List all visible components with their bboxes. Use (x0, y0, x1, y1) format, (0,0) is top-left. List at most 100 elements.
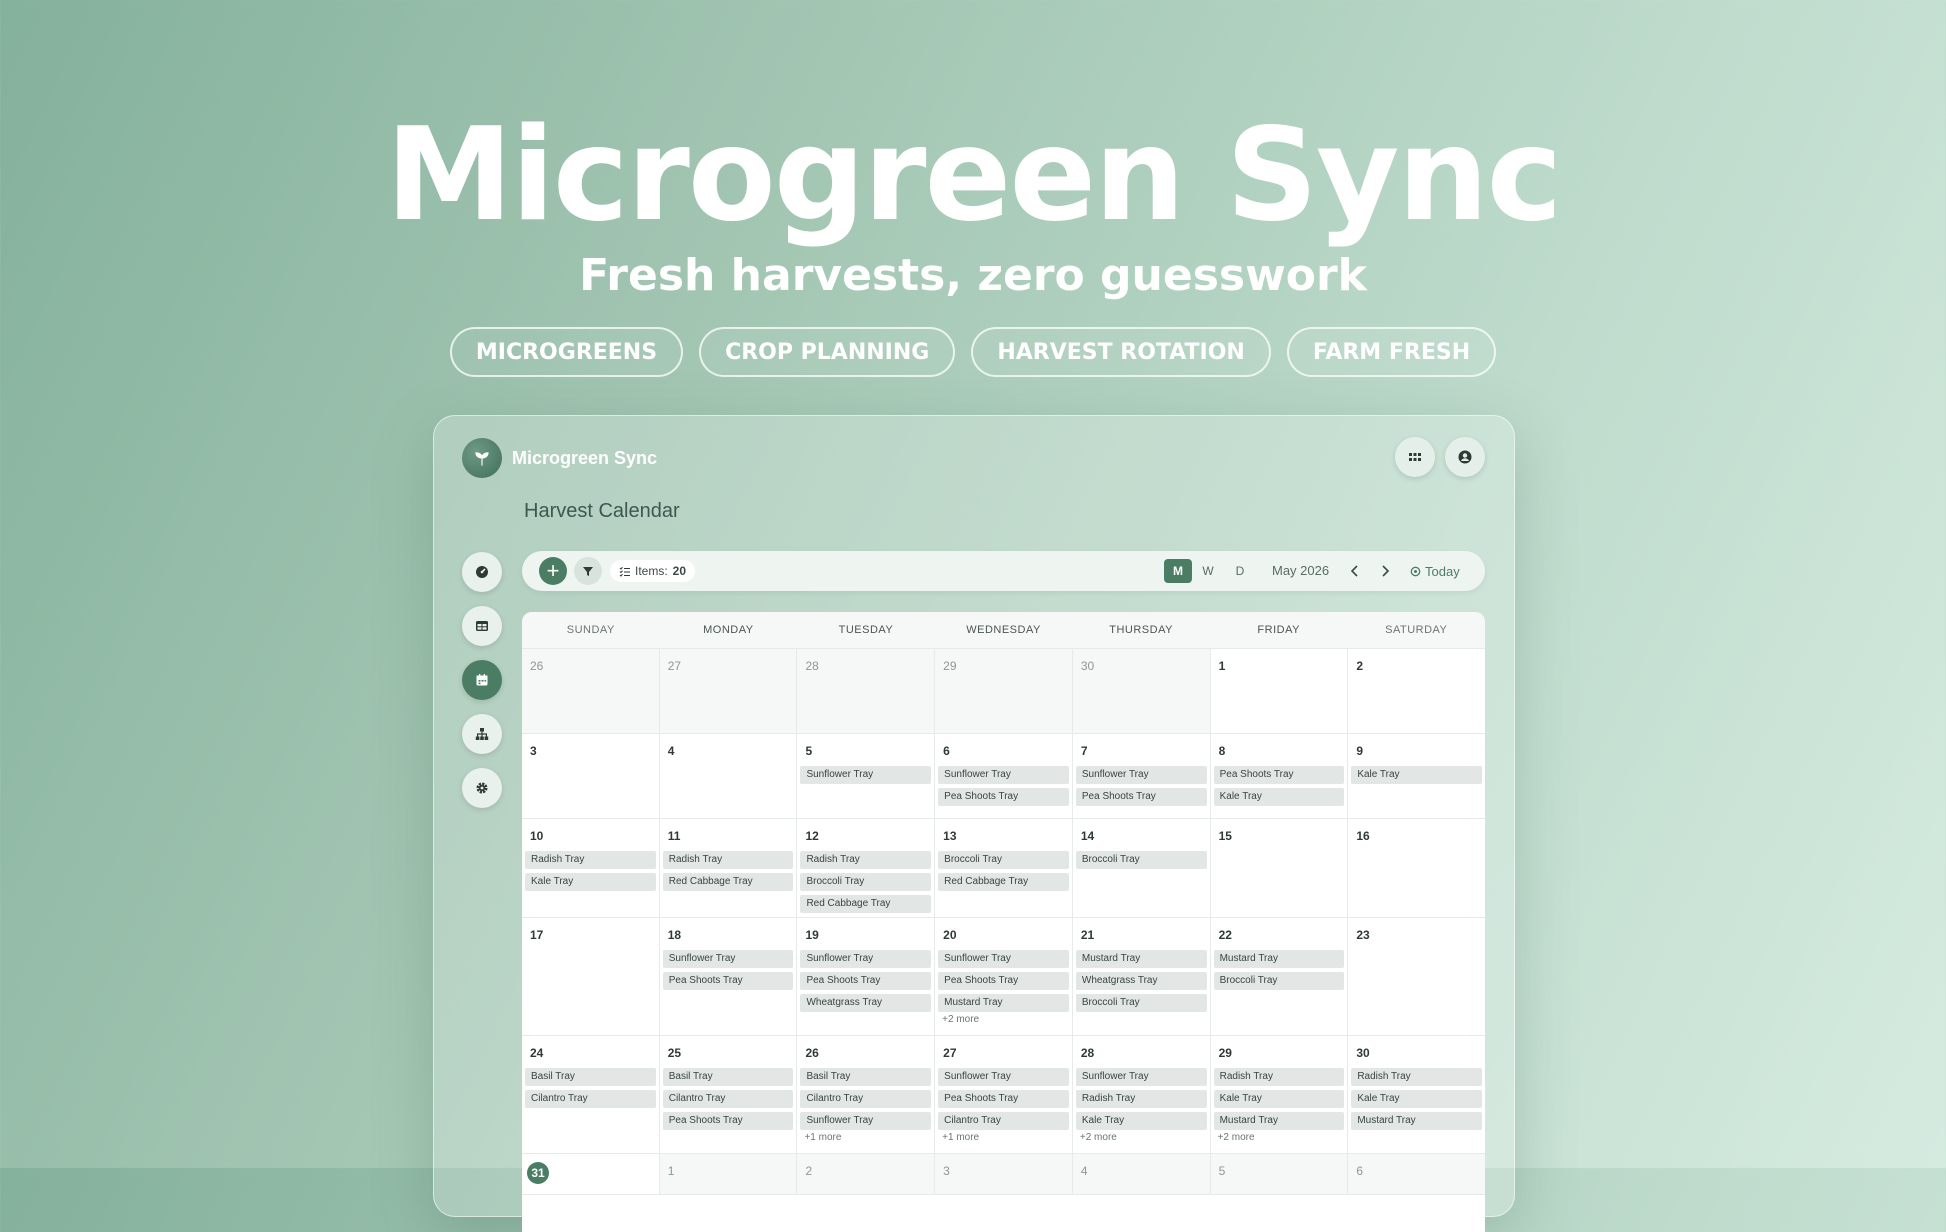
calendar-event[interactable]: Broccoli Tray (800, 873, 932, 891)
calendar-event[interactable]: Cilantro Tray (938, 1112, 1069, 1130)
calendar-day-cell[interactable]: 6 Sunflower Tray Pea Shoots Tray (935, 734, 1073, 818)
calendar-event[interactable]: Pea Shoots Tray (662, 1112, 794, 1130)
more-events-link[interactable]: +2 more (1218, 1132, 1348, 1143)
calendar-day-cell[interactable]: 11 Radish Tray Red Cabbage Tray (660, 819, 798, 917)
calendar-event[interactable]: Mustard Tray (1351, 1112, 1483, 1130)
calendar-day-cell[interactable]: 9 Kale Tray (1348, 734, 1485, 818)
calendar-day-cell[interactable]: 29 Radish Tray Kale Tray Mustard Tray +2 mor… (1211, 1036, 1349, 1153)
calendar-event[interactable]: Broccoli Tray (1075, 994, 1207, 1012)
calendar-day-cell[interactable]: 13 Broccoli Tray Red Cabbage Tray (935, 819, 1073, 917)
calendar-event[interactable]: Sunflower Tray (800, 1112, 932, 1130)
calendar-event[interactable]: Pea Shoots Tray (800, 972, 932, 990)
calendar-day-cell[interactable]: 27 (659, 649, 798, 733)
calendar-day-cell[interactable]: 17 (522, 918, 660, 1035)
calendar-event[interactable]: Sunflower Tray (938, 766, 1069, 784)
calendar-day-cell[interactable]: 2 (1348, 649, 1485, 733)
sprout-logo-icon[interactable] (462, 438, 502, 478)
calendar-day-cell[interactable]: 2 (797, 1154, 936, 1194)
calendar-event[interactable]: Mustard Tray (1075, 950, 1207, 968)
calendar-event[interactable]: Pea Shoots Tray (662, 972, 794, 990)
calendar-event[interactable]: Broccoli Tray (1075, 851, 1207, 869)
calendar-event[interactable]: Kale Tray (1213, 1090, 1345, 1108)
calendar-day-cell[interactable]: 8 Pea Shoots Tray Kale Tray (1211, 734, 1349, 818)
calendar-event[interactable]: Mustard Tray (1213, 950, 1345, 968)
sidebar-item-dashboard[interactable] (462, 552, 502, 592)
calendar-event[interactable]: Wheatgrass Tray (1075, 972, 1207, 990)
calendar-day-cell[interactable]: 28 Sunflower Tray Radish Tray Kale Tray +2 m… (1073, 1036, 1211, 1153)
calendar-day-cell[interactable]: 23 (1348, 918, 1485, 1035)
calendar-event[interactable]: Broccoli Tray (1213, 972, 1345, 990)
calendar-event[interactable]: Mustard Tray (938, 994, 1069, 1012)
calendar-event[interactable]: Pea Shoots Tray (938, 1090, 1069, 1108)
more-events-link[interactable]: +1 more (804, 1132, 934, 1143)
view-week-button[interactable]: W (1198, 559, 1218, 583)
calendar-day-cell[interactable]: 1 (1211, 649, 1349, 733)
calendar-event[interactable]: Kale Tray (1351, 766, 1483, 784)
calendar-event[interactable]: Sunflower Tray (938, 950, 1069, 968)
calendar-day-cell[interactable]: 3 (935, 1154, 1073, 1194)
calendar-day-cell[interactable]: 6 (1348, 1154, 1485, 1194)
today-button[interactable]: Today (1410, 559, 1460, 583)
calendar-event[interactable]: Radish Tray (1351, 1068, 1483, 1086)
calendar-day-cell[interactable]: 16 (1348, 819, 1485, 917)
add-item-button[interactable]: + (539, 557, 567, 585)
filter-button[interactable] (574, 557, 602, 585)
sidebar-item-calendar[interactable] (462, 660, 502, 700)
calendar-day-cell[interactable]: 5 (1210, 1154, 1349, 1194)
calendar-day-cell[interactable]: 19 Sunflower Tray Pea Shoots Tray Wheatgras… (797, 918, 936, 1035)
calendar-day-cell[interactable]: 12 Radish Tray Broccoli Tray Red Cabbage Tr… (797, 819, 936, 917)
calendar-day-cell[interactable]: 1 (659, 1154, 798, 1194)
calendar-event[interactable]: Red Cabbage Tray (938, 873, 1069, 891)
calendar-event[interactable]: Basil Tray (800, 1068, 932, 1086)
calendar-event[interactable]: Pea Shoots Tray (1213, 766, 1345, 784)
calendar-day-cell[interactable]: 20 Sunflower Tray Pea Shoots Tray Mustard T… (935, 918, 1073, 1035)
calendar-day-cell[interactable]: 29 (935, 649, 1073, 733)
calendar-event[interactable]: Sunflower Tray (938, 1068, 1069, 1086)
sidebar-item-table[interactable] (462, 606, 502, 646)
calendar-event[interactable]: Pea Shoots Tray (1075, 788, 1207, 806)
calendar-day-cell[interactable]: 5 Sunflower Tray (797, 734, 936, 818)
calendar-event[interactable]: Radish Tray (800, 851, 932, 869)
calendar-day-cell[interactable]: 26 Basil Tray Cilantro Tray Sunflower Tray +… (797, 1036, 936, 1153)
calendar-day-cell[interactable]: 10 Radish Tray Kale Tray (522, 819, 660, 917)
calendar-event[interactable]: Sunflower Tray (800, 950, 932, 968)
calendar-event[interactable]: Sunflower Tray (1075, 1068, 1207, 1086)
calendar-day-cell[interactable]: 3 (522, 734, 660, 818)
calendar-day-cell[interactable]: 18 Sunflower Tray Pea Shoots Tray (660, 918, 798, 1035)
calendar-day-cell[interactable]: 14 Broccoli Tray (1073, 819, 1211, 917)
calendar-day-cell[interactable]: 26 (522, 649, 660, 733)
calendar-day-cell[interactable]: 30 (1072, 649, 1211, 733)
calendar-event[interactable]: Mustard Tray (1213, 1112, 1345, 1130)
more-events-link[interactable]: +1 more (942, 1132, 1072, 1143)
calendar-event[interactable]: Cilantro Tray (662, 1090, 794, 1108)
calendar-event[interactable]: Kale Tray (1351, 1090, 1483, 1108)
calendar-event[interactable]: Basil Tray (525, 1068, 656, 1086)
previous-month-button[interactable] (1345, 561, 1365, 581)
calendar-day-cell[interactable]: 31 (522, 1154, 660, 1194)
view-day-button[interactable]: D (1230, 559, 1250, 583)
calendar-event[interactable]: Radish Tray (525, 851, 656, 869)
calendar-event[interactable]: Red Cabbage Tray (662, 873, 794, 891)
sidebar-item-settings[interactable] (462, 768, 502, 808)
calendar-event[interactable]: Pea Shoots Tray (938, 972, 1069, 990)
calendar-event[interactable]: Kale Tray (1075, 1112, 1207, 1130)
calendar-event[interactable]: Basil Tray (662, 1068, 794, 1086)
calendar-day-cell[interactable]: 25 Basil Tray Cilantro Tray Pea Shoots Tray (660, 1036, 798, 1153)
calendar-event[interactable]: Radish Tray (1213, 1068, 1345, 1086)
calendar-day-cell[interactable]: 30 Radish Tray Kale Tray Mustard Tray (1348, 1036, 1485, 1153)
calendar-day-cell[interactable]: 7 Sunflower Tray Pea Shoots Tray (1073, 734, 1211, 818)
calendar-event[interactable]: Radish Tray (1075, 1090, 1207, 1108)
user-account-button[interactable] (1445, 437, 1485, 477)
calendar-day-cell[interactable]: 27 Sunflower Tray Pea Shoots Tray Cilantro … (935, 1036, 1073, 1153)
calendar-day-cell[interactable]: 28 (797, 649, 936, 733)
calendar-day-cell[interactable]: 22 Mustard Tray Broccoli Tray (1211, 918, 1349, 1035)
calendar-event[interactable]: Cilantro Tray (525, 1090, 656, 1108)
calendar-event[interactable]: Kale Tray (1213, 788, 1345, 806)
calendar-event[interactable]: Sunflower Tray (800, 766, 932, 784)
calendar-event[interactable]: Radish Tray (662, 851, 794, 869)
calendar-day-cell[interactable]: 15 (1211, 819, 1349, 917)
calendar-event[interactable]: Red Cabbage Tray (800, 895, 932, 913)
calendar-event[interactable]: Sunflower Tray (662, 950, 794, 968)
calendar-event[interactable]: Pea Shoots Tray (938, 788, 1069, 806)
view-month-button[interactable]: M (1164, 559, 1192, 583)
